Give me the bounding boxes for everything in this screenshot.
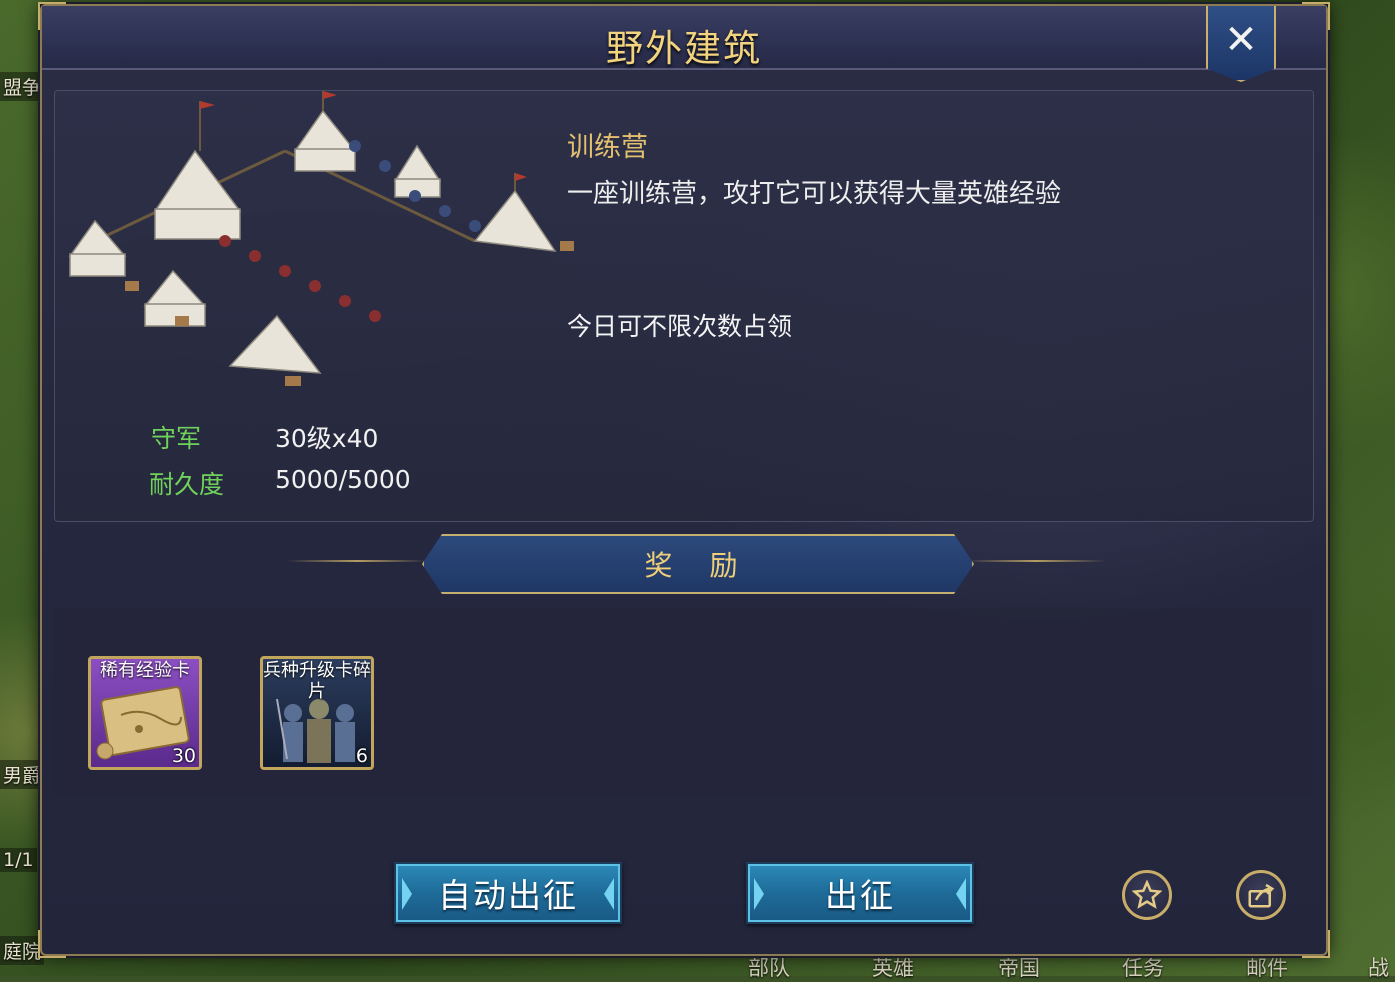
reward-item-count: 30	[171, 745, 196, 767]
auto-march-label: 自动出征	[438, 876, 578, 915]
occupy-note: 今日可不限次数占领	[567, 312, 793, 341]
map-label-alliance: 盟争	[0, 72, 45, 101]
bottom-tab-troops[interactable]: 部队	[748, 952, 790, 982]
close-button[interactable]: ✕	[1206, 6, 1276, 82]
map-label-baron: 男爵	[0, 760, 45, 789]
building-info-panel: 训练营 一座训练营，攻打它可以获得大量英雄经验 今日可不限次数占领 守军 30级…	[54, 90, 1314, 522]
building-description: 一座训练营，攻打它可以获得大量英雄经验	[567, 179, 1062, 209]
reward-banner: 奖 励	[422, 534, 974, 594]
reward-item-name: 兵种升级卡碎片	[263, 660, 371, 702]
banner-divider	[966, 560, 1106, 562]
auto-march-button[interactable]: 自动出征	[394, 862, 622, 924]
arrow-left-icon	[754, 878, 764, 910]
bottom-tab-empire[interactable]: 帝国	[998, 952, 1040, 982]
stat-label-durability: 耐久度	[149, 470, 225, 499]
reward-item-count: 6	[355, 745, 368, 767]
map-label-count: 1/1	[0, 848, 37, 872]
reward-item-troop-upgrade-shard[interactable]: 兵种升级卡碎片 6	[260, 656, 374, 770]
stat-value-durability: 5000/5000	[275, 465, 411, 494]
banner-divider	[287, 560, 427, 562]
arrow-left-icon	[402, 878, 412, 910]
stat-label-garrison: 守军	[151, 424, 202, 453]
share-icon	[1248, 883, 1275, 908]
star-icon	[1132, 880, 1162, 909]
close-icon: ✕	[1224, 17, 1258, 63]
share-button[interactable]	[1236, 870, 1286, 920]
reward-item-rare-exp-card[interactable]: 稀有经验卡 30	[88, 656, 202, 770]
reward-panel: 稀有经验卡 30 兵种升级卡碎片 6	[54, 608, 1312, 796]
bottom-tab-quest[interactable]: 任务	[1122, 952, 1164, 982]
arrow-right-icon	[604, 878, 614, 910]
corner-ornament	[1302, 930, 1330, 958]
reward-item-name: 稀有经验卡	[100, 660, 190, 681]
bottom-tab-mail[interactable]: 邮件	[1246, 952, 1288, 982]
reward-title: 奖 励	[644, 549, 752, 582]
favorite-button[interactable]	[1122, 870, 1172, 920]
bottom-tab-battle[interactable]: 战	[1368, 952, 1389, 982]
title-bar: 野外建筑	[42, 6, 1326, 70]
march-button[interactable]: 出征	[746, 862, 974, 924]
training-camp-image	[68, 91, 575, 386]
corner-ornament	[38, 930, 66, 958]
arrow-right-icon	[956, 878, 966, 910]
bottom-tab-heroes[interactable]: 英雄	[872, 952, 914, 982]
building-name: 训练营	[567, 132, 648, 163]
march-label: 出征	[825, 876, 895, 915]
field-building-dialog: 野外建筑 ✕ 训练营 一座训练营，攻打它可以获得大量英雄经验 今日可不限次数占领…	[38, 2, 1330, 958]
dialog-title: 野外建筑	[606, 27, 762, 70]
stat-value-garrison: 30级x40	[275, 424, 379, 453]
